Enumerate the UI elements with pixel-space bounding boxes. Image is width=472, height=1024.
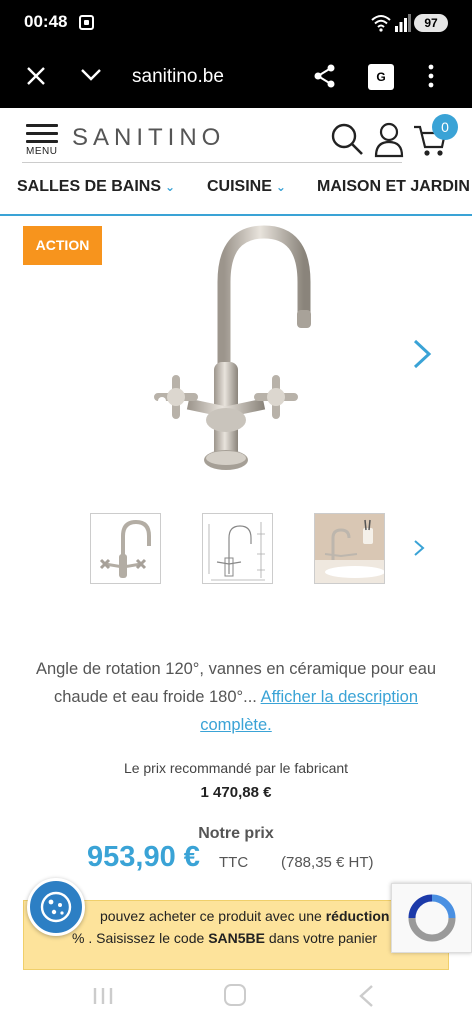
recaptcha-icon xyxy=(408,894,456,942)
signal-icon xyxy=(395,14,411,32)
cart-count-badge[interactable]: 0 xyxy=(432,114,458,140)
header-divider xyxy=(22,162,402,163)
thumbnail-drawing[interactable] xyxy=(202,513,273,584)
back-icon[interactable] xyxy=(358,984,374,1008)
browser-toolbar: sanitino.be G xyxy=(0,46,472,108)
promo-code: SAN5BE xyxy=(208,930,265,946)
close-icon[interactable] xyxy=(26,66,46,86)
site-logo[interactable]: SANITINO xyxy=(72,124,225,152)
category-nav: SALLES DE BAINS ⌄ CUISINE ⌄ MAISON ET JARD… xyxy=(0,166,472,216)
translate-icon[interactable]: G xyxy=(368,64,394,90)
promo-line-2: % . Saisissez le code SAN5BE dans votre … xyxy=(48,927,448,949)
nav-item-label: MAISON ET JARDIN xyxy=(317,178,470,195)
faucet-thumbnail-icon xyxy=(99,519,151,578)
menu-button[interactable] xyxy=(26,124,60,164)
battery-indicator: 97 xyxy=(414,14,448,32)
price-excl-tax: (788,35 € HT) xyxy=(281,854,374,871)
promo-banner: pouvez acheter ce produit avec une réduc… xyxy=(23,900,449,970)
recaptcha-badge[interactable] xyxy=(391,883,472,953)
our-price: 953,90 € xyxy=(87,841,200,873)
cookie-icon xyxy=(40,891,72,923)
more-options-icon[interactable] xyxy=(428,64,434,88)
wifi-icon xyxy=(371,15,391,32)
bathroom-photo-icon xyxy=(315,514,384,583)
url-text[interactable]: sanitino.be xyxy=(132,66,224,88)
technical-drawing-icon xyxy=(208,522,265,581)
status-bar: 00:48 97 xyxy=(0,0,472,46)
chevron-down-icon[interactable] xyxy=(80,68,102,82)
share-icon[interactable] xyxy=(314,64,336,88)
promo-text-1: pouvez acheter ce produit avec une xyxy=(100,908,322,924)
status-time: 00:48 xyxy=(24,12,68,31)
ttc-label: TTC xyxy=(219,854,249,871)
thumbnail-faucet[interactable] xyxy=(90,513,161,584)
search-icon[interactable] xyxy=(330,122,364,156)
nav-item-label: SALLES DE BAINS xyxy=(17,178,162,195)
product-image[interactable] xyxy=(146,222,336,484)
recommended-price-label: Le prix recommandé par le fabricant xyxy=(123,760,349,776)
thumbnail-bathroom[interactable] xyxy=(314,513,385,584)
nav-item-label: CUISINE xyxy=(207,178,272,195)
screenshot-icon xyxy=(79,15,94,30)
nav-item-salles-de-bains[interactable]: SALLES DE BAINS ⌄ xyxy=(17,178,175,196)
action-badge: ACTION xyxy=(23,226,102,265)
chevron-right-icon[interactable] xyxy=(411,338,433,370)
system-nav-bar xyxy=(0,970,472,1024)
chevron-down-icon: ⌄ xyxy=(275,180,286,194)
our-price-label: Notre prix xyxy=(198,825,274,842)
chevron-right-icon[interactable] xyxy=(413,539,425,557)
site-header: MENU SANITINO xyxy=(0,108,472,166)
promo-line-1: pouvez acheter ce produit avec une réduc… xyxy=(48,905,448,927)
recommended-price: 1 470,88 € xyxy=(200,784,272,801)
chevron-down-icon: ⌄ xyxy=(165,180,176,194)
nav-item-cuisine[interactable]: CUISINE ⌄ xyxy=(207,178,286,196)
home-icon[interactable] xyxy=(224,984,246,1006)
product-description: Angle de rotation 120°, vannes en cérami… xyxy=(24,655,448,739)
cookie-settings-button[interactable] xyxy=(27,878,85,936)
menu-label: MENU xyxy=(26,146,58,157)
recents-icon[interactable] xyxy=(92,986,114,1006)
user-icon[interactable] xyxy=(374,122,404,158)
promo-text-3: dans votre panier xyxy=(268,930,378,946)
nav-item-maison-et-jardin[interactable]: MAISON ET JARDIN xyxy=(317,178,470,196)
promo-text-2: % . Saisissez le code xyxy=(72,930,205,946)
promo-bold-reduction: réduction xyxy=(325,908,390,924)
